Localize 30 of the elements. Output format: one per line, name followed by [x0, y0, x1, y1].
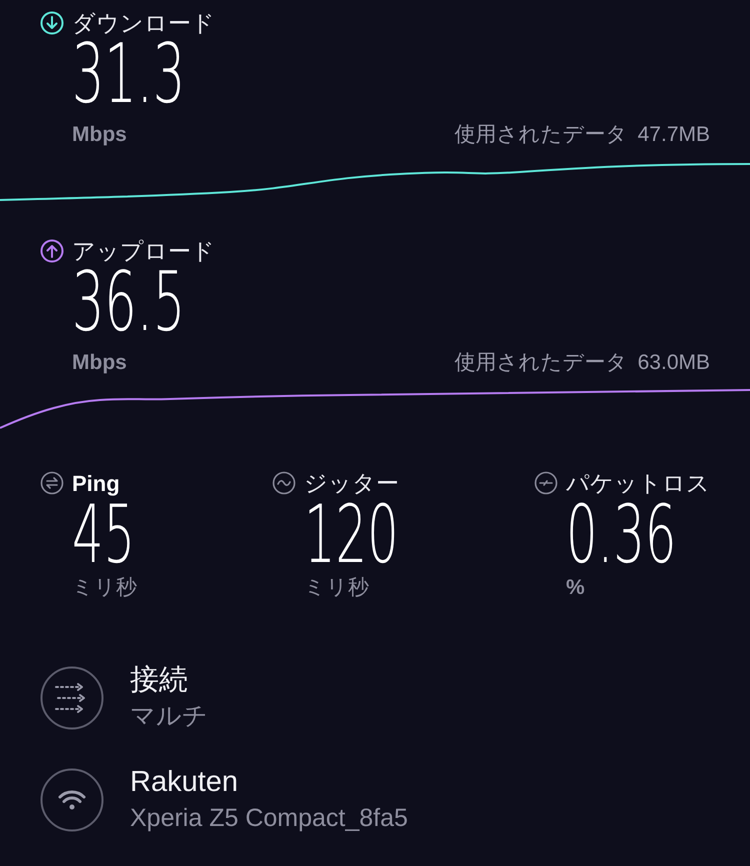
detail-subtitle: マルチ: [130, 700, 208, 732]
unit-label: Mbps: [72, 122, 127, 148]
unit-label: ミリ秒: [71, 575, 138, 601]
speed-value: 36.5: [72, 264, 186, 342]
metric-value: 0.36: [566, 498, 676, 572]
upload-icon: [40, 239, 64, 263]
dash-icon: [534, 471, 558, 495]
metric-label: パケットロス: [566, 468, 710, 498]
data-used-value: 47.7MB: [638, 122, 710, 148]
metric-value: 120: [304, 498, 399, 572]
unit-label: ミリ秒: [303, 575, 370, 601]
unit-label: %: [565, 575, 586, 601]
data-used-value: 63.0MB: [638, 350, 710, 376]
swap-arrows-icon: [40, 471, 64, 495]
arrows-icon: [40, 666, 104, 730]
wave-icon: [272, 471, 296, 495]
speed-label: ダウンロード: [72, 8, 215, 38]
wifi-icon: [40, 768, 104, 832]
metric-label: ジッター: [304, 468, 399, 498]
data-used-label: 使用されたデータ: [454, 122, 628, 148]
data-used-label: 使用されたデータ: [454, 350, 628, 376]
detail-title: 接続: [130, 662, 189, 698]
speed-label: アップロード: [72, 236, 215, 266]
download-icon: [40, 11, 64, 35]
metric-label: Ping: [72, 470, 120, 498]
speed-value: 31.3: [72, 36, 186, 114]
metric-value: 45: [72, 498, 136, 572]
unit-label: Mbps: [72, 350, 127, 376]
detail-subtitle: Xperia Z5 Compact_8fa5: [130, 802, 408, 834]
detail-title: Rakuten: [130, 764, 240, 800]
